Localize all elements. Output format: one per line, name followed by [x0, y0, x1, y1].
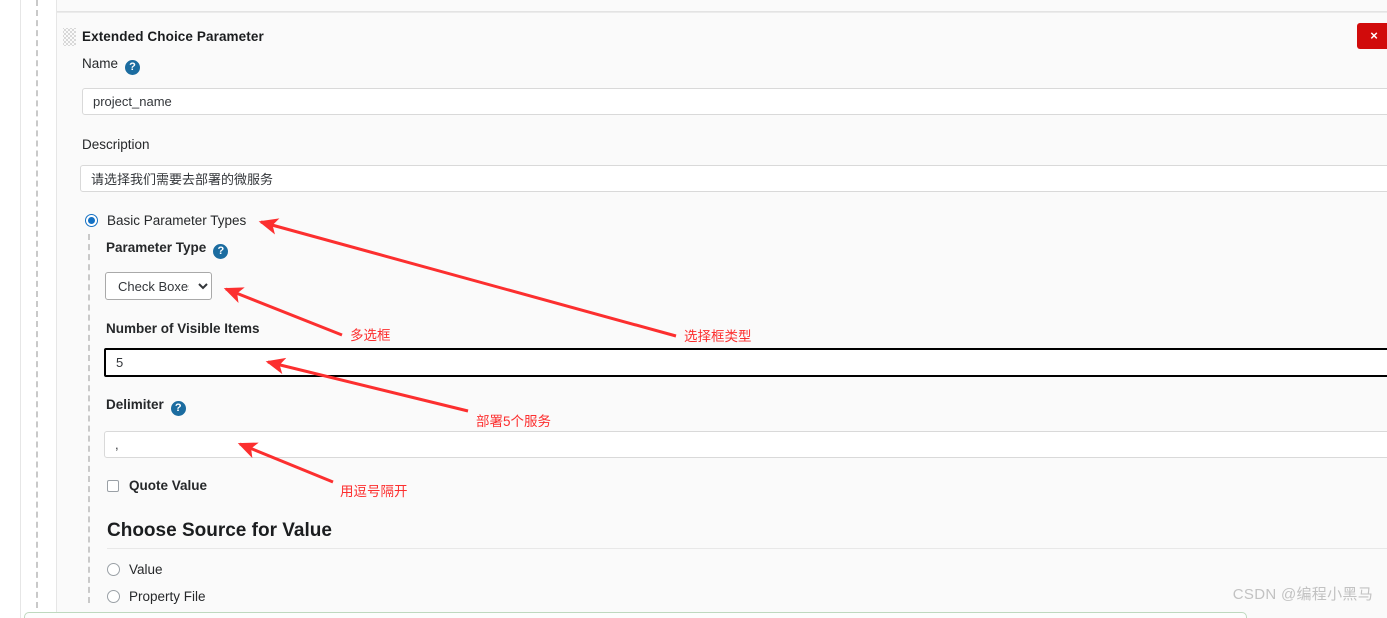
- choose-source-heading: Choose Source for Value: [107, 520, 332, 541]
- delimiter-label: Delimiter?: [106, 397, 186, 416]
- radio-indicator-source-value[interactable]: [107, 563, 120, 576]
- name-input[interactable]: [82, 88, 1387, 115]
- description-label: Description: [82, 137, 150, 152]
- annotation-label-multi-select: 多选框: [350, 328, 391, 343]
- description-input[interactable]: [80, 165, 1387, 192]
- parameter-type-select[interactable]: Check Boxes: [105, 272, 212, 300]
- nested-group-dashed-guide: [88, 234, 90, 603]
- choose-source-divider: [107, 548, 1387, 549]
- outer-frame-rail-left: [20, 0, 21, 618]
- screenshot-root: × Extended Choice Parameter Name? Descri…: [0, 0, 1387, 618]
- number-of-visible-items-label: Number of Visible Items: [106, 321, 260, 336]
- annotation-label-deploy-five: 部署5个服务: [476, 414, 552, 429]
- form-group-dashed-guide: [36, 0, 38, 618]
- help-icon-parameter-type[interactable]: ?: [213, 244, 229, 259]
- radio-indicator-basic-parameter-types[interactable]: [85, 214, 98, 227]
- radio-source-value[interactable]: Value: [107, 562, 163, 577]
- delimiter-input[interactable]: [104, 431, 1387, 458]
- help-icon-name[interactable]: ?: [125, 60, 141, 75]
- annotation-label-comma-separated: 用逗号隔开: [340, 484, 408, 499]
- annotation-label-select-type: 选择框类型: [684, 329, 752, 344]
- name-label: Name?: [82, 56, 141, 75]
- help-icon-delimiter[interactable]: ?: [170, 401, 186, 416]
- radio-source-property-file[interactable]: Property File: [107, 589, 206, 604]
- quote-value-checkbox-row[interactable]: Quote Value: [107, 478, 207, 493]
- radio-basic-parameter-types[interactable]: Basic Parameter Types: [85, 213, 246, 228]
- panel-top-strip: [57, 0, 1387, 12]
- quote-value-checkbox[interactable]: [107, 479, 119, 492]
- quote-value-label: Quote Value: [129, 478, 208, 493]
- value-source-panel-partial: [24, 612, 1247, 618]
- drag-grip-icon[interactable]: [63, 28, 76, 46]
- watermark: CSDN @编程小黑马: [1232, 586, 1373, 603]
- radio-label-source-value: Value: [129, 562, 163, 577]
- delimiter-label-text: Delimiter: [106, 397, 164, 412]
- radio-label-source-property-file: Property File: [129, 589, 206, 604]
- name-label-text: Name: [82, 56, 119, 71]
- parameter-type-label: Parameter Type?: [106, 240, 229, 259]
- parameter-type-label-text: Parameter Type: [106, 240, 207, 255]
- delete-parameter-button[interactable]: ×: [1357, 23, 1387, 49]
- page-title: Extended Choice Parameter: [82, 29, 264, 44]
- radio-indicator-source-property-file[interactable]: [107, 590, 120, 603]
- radio-label-basic-parameter-types: Basic Parameter Types: [107, 213, 247, 228]
- number-of-visible-items-input[interactable]: [104, 348, 1387, 377]
